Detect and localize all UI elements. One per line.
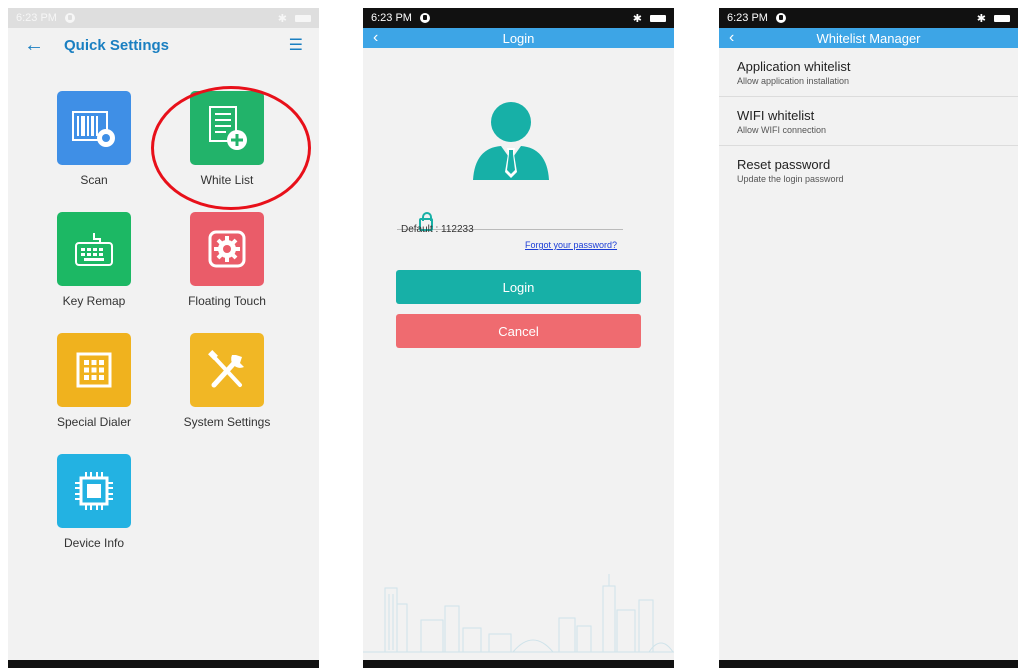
tile-label: Device Info — [63, 536, 125, 550]
tile-label: Scan — [80, 173, 108, 187]
list-item-title: WIFI whitelist — [737, 107, 815, 123]
cancel-button[interactable]: Cancel — [396, 314, 641, 348]
bluetooth-icon: ✱ — [976, 12, 986, 25]
list-item-title: Application whitelist — [737, 58, 851, 74]
city-skyline-illustration — [363, 574, 674, 653]
barcode-gear-icon — [57, 91, 131, 165]
battery-icon — [650, 14, 666, 22]
tile-floating-touch[interactable]: Floating Touch — [162, 212, 292, 308]
header: ← Quick Settings ☰ — [8, 28, 319, 62]
battery-icon — [994, 14, 1010, 22]
title-bar: ‹ Login — [363, 28, 674, 48]
tile-label: System Settings — [183, 415, 271, 429]
notification-icon — [775, 13, 786, 23]
status-bar: 6:23 PM ✱ — [719, 8, 1018, 28]
bluetooth-icon: ✱ — [277, 12, 287, 25]
bluetooth-icon: ✱ — [632, 12, 642, 25]
list-item-wifi-whitelist[interactable]: WIFI whitelist Allow WIFI connection — [719, 97, 1018, 146]
tile-label: Special Dialer — [56, 415, 132, 429]
tools-icon — [190, 333, 264, 407]
login-button[interactable]: Login — [396, 270, 641, 304]
navigation-bar — [8, 660, 319, 668]
battery-icon — [295, 14, 311, 22]
default-password-hint: Default : 112233 — [401, 224, 474, 235]
whitelist-manager-screen: 6:23 PM ✱ ‹ Whitelist Manager Applicatio… — [719, 8, 1018, 668]
list-item-reset-password[interactable]: Reset password Update the login password — [719, 146, 1018, 195]
notification-icon — [64, 13, 75, 23]
chip-icon — [57, 454, 131, 528]
notification-icon — [419, 13, 430, 23]
whitelist-options-list: Application whitelist Allow application … — [719, 48, 1018, 195]
quick-settings-screen: 6:23 PM ✱ ← Quick Settings ☰ Scan White … — [8, 8, 319, 668]
user-avatar-icon — [473, 102, 549, 180]
page-title: Login — [502, 30, 535, 46]
tile-system-settings[interactable]: System Settings — [162, 333, 292, 429]
list-item-subtitle: Update the login password — [737, 174, 844, 184]
status-time: 6:23 PM — [371, 12, 412, 24]
tile-scan[interactable]: Scan — [29, 91, 159, 187]
list-item-subtitle: Allow WIFI connection — [737, 124, 827, 135]
page-title: Whitelist Manager — [816, 30, 921, 46]
status-time: 6:23 PM — [16, 12, 57, 24]
list-item-application-whitelist[interactable]: Application whitelist Allow application … — [719, 48, 1018, 97]
title-bar: ‹ Whitelist Manager — [719, 28, 1018, 48]
list-item-subtitle: Allow application installation — [737, 75, 850, 86]
floating-gear-icon — [190, 212, 264, 286]
tile-key-remap[interactable]: Key Remap — [29, 212, 159, 308]
tile-label: Floating Touch — [188, 294, 266, 308]
back-arrow-icon[interactable]: ← — [24, 34, 64, 57]
tile-device-info[interactable]: Device Info — [29, 454, 159, 550]
status-bar: 6:23 PM ✱ — [363, 8, 674, 28]
list-menu-icon[interactable]: ☰ — [289, 35, 303, 55]
page-title: Quick Settings — [64, 36, 170, 54]
back-chevron-icon[interactable]: ‹ — [373, 29, 378, 47]
dialpad-icon — [57, 333, 131, 407]
tile-label: Key Remap — [62, 294, 126, 308]
login-screen: 6:23 PM ✱ ‹ Login Default : 112233 Forgo… — [363, 8, 674, 668]
navigation-bar — [363, 660, 674, 668]
forgot-password-link[interactable]: Forgot your password? — [525, 240, 617, 250]
navigation-bar — [719, 660, 1018, 668]
highlight-circle — [151, 86, 311, 210]
status-time: 6:23 PM — [727, 12, 768, 24]
status-bar: 6:23 PM ✱ — [8, 8, 319, 28]
list-item-title: Reset password — [737, 157, 831, 172]
keyboard-icon — [57, 212, 131, 286]
tile-special-dialer[interactable]: Special Dialer — [29, 333, 159, 429]
back-chevron-icon[interactable]: ‹ — [729, 29, 734, 47]
